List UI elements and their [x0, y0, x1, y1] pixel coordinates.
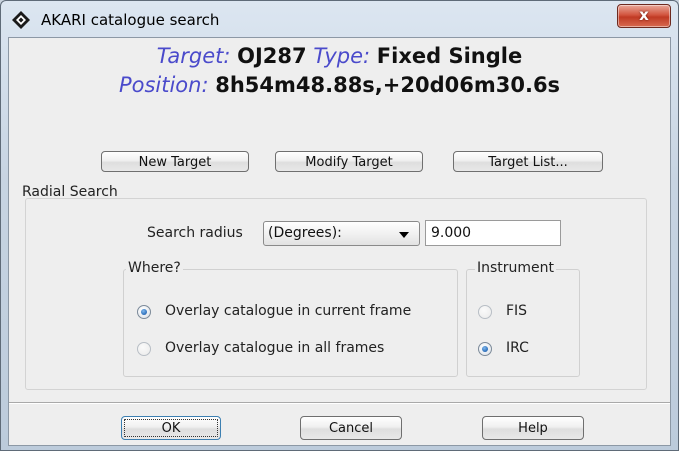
where-title: Where? [126, 260, 183, 276]
instrument-option-label: FIS [506, 303, 528, 319]
target-position: 8h54m48.88s,+20d06m30.6s [215, 73, 561, 97]
where-option-all-frames[interactable]: Overlay catalogue in all frames [137, 340, 447, 360]
app-diamond-icon [12, 11, 30, 29]
new-target-button[interactable]: New Target [101, 151, 249, 172]
instrument-option-fis[interactable]: FIS [478, 303, 558, 323]
where-option-label: Overlay catalogue in current frame [165, 303, 412, 319]
radius-units-dropdown[interactable]: (Degrees): [263, 221, 420, 246]
ok-button[interactable]: OK [121, 416, 221, 440]
target-type: Fixed Single [376, 44, 523, 68]
close-button[interactable]: x [617, 4, 671, 28]
instrument-group [466, 269, 580, 377]
cancel-button[interactable]: Cancel [300, 416, 402, 440]
target-label: Target: [156, 44, 231, 68]
title-bar[interactable]: AKARI catalogue search x [1, 1, 678, 37]
position-info-line: Position: 8h54m48.88s,+20d06m30.6s [9, 73, 670, 97]
button-separator [9, 402, 670, 404]
window-title: AKARI catalogue search [41, 11, 220, 29]
where-group [123, 269, 458, 377]
radio-unselected-icon [137, 342, 151, 356]
radius-units-value: (Degrees): [268, 225, 342, 241]
instrument-title: Instrument [475, 260, 557, 276]
target-name: OJ287 [237, 44, 307, 68]
dialog-window: AKARI catalogue search x Target: OJ287 T… [0, 0, 679, 451]
instrument-option-label: IRC [506, 340, 529, 356]
radio-selected-icon [478, 342, 492, 356]
radio-selected-icon [137, 305, 151, 319]
target-info-line: Target: OJ287 Type: Fixed Single [9, 44, 670, 68]
where-option-label: Overlay catalogue in all frames [165, 340, 385, 356]
modify-target-button[interactable]: Modify Target [275, 151, 423, 172]
instrument-option-irc[interactable]: IRC [478, 340, 558, 360]
position-label: Position: [118, 73, 209, 97]
help-button[interactable]: Help [482, 416, 584, 440]
type-label: Type: [313, 44, 371, 68]
search-radius-input[interactable] [425, 220, 561, 246]
close-icon: x [639, 6, 649, 24]
target-list-button[interactable]: Target List... [453, 151, 603, 172]
where-option-current-frame[interactable]: Overlay catalogue in current frame [137, 303, 447, 323]
radio-unselected-icon [478, 305, 492, 319]
chevron-down-icon [399, 232, 409, 238]
search-radius-label: Search radius [147, 225, 243, 241]
dialog-body: Target: OJ287 Type: Fixed Single Positio… [8, 37, 671, 446]
